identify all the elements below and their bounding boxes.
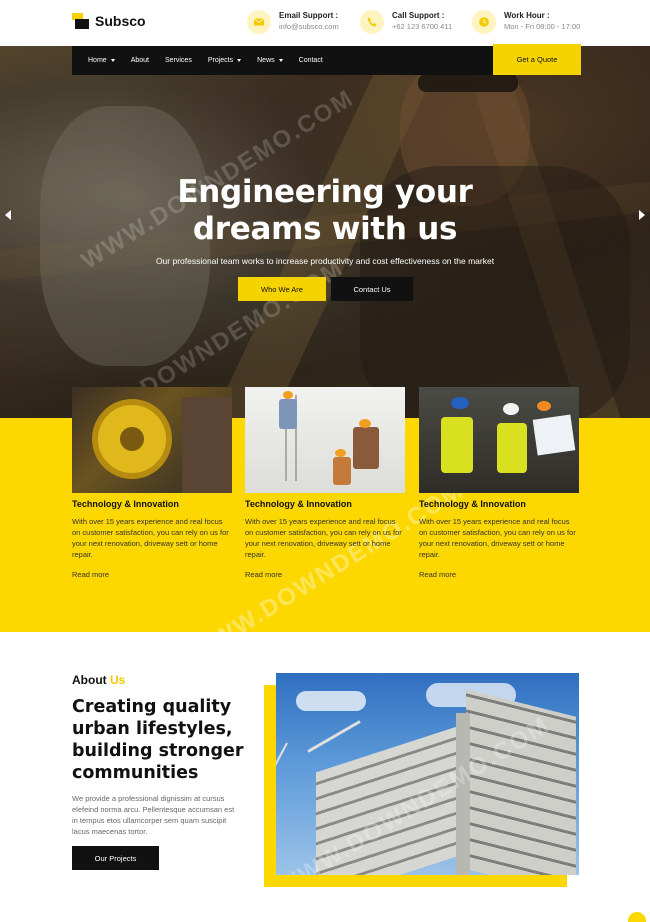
nav-item-services[interactable]: Services — [165, 57, 192, 64]
read-more-link[interactable]: Read more — [419, 570, 456, 579]
service-card: Technology & Innovation With over 15 yea… — [419, 387, 579, 579]
phone-icon — [360, 10, 384, 34]
service-image-machinery — [72, 387, 232, 493]
service-text: With over 15 years experience and real f… — [245, 517, 402, 559]
service-card: Technology & Innovation With over 15 yea… — [245, 387, 405, 579]
service-title: Technology & Innovation — [72, 499, 179, 509]
service-title: Technology & Innovation — [245, 499, 352, 509]
mail-icon — [247, 10, 271, 34]
clock-icon — [472, 10, 496, 34]
who-we-are-button[interactable]: Who We Are — [238, 277, 326, 301]
nav-item-projects[interactable]: Projects — [208, 57, 242, 64]
service-card: Technology & Innovation With over 15 yea… — [72, 387, 232, 579]
work-hour-title: Work Hour : — [504, 11, 550, 20]
read-more-link[interactable]: Read more — [245, 570, 282, 579]
service-image-engineers — [419, 387, 579, 493]
logo-icon — [72, 13, 89, 29]
top-header: Subsco Email Support : info@subsco.com C… — [0, 0, 650, 46]
service-text: With over 15 years experience and real f… — [419, 517, 576, 559]
about-title: Creating quality urban lifestyles, build… — [72, 697, 244, 783]
call-support-value[interactable]: +62 123 6700 411 — [392, 21, 452, 33]
nav-item-news[interactable]: News — [257, 57, 283, 64]
nav-item-contact[interactable]: Contact — [299, 57, 323, 64]
nav-item-home[interactable]: Home — [88, 57, 115, 64]
get-a-quote-button[interactable]: Get a Quote — [493, 44, 581, 75]
logo[interactable]: Subsco — [72, 13, 146, 29]
page: Subsco Email Support : info@subsco.com C… — [0, 0, 650, 922]
brand-name: Subsco — [95, 13, 146, 29]
call-support-title: Call Support : — [392, 11, 445, 20]
chevron-down-icon — [110, 59, 115, 62]
email-support-value[interactable]: info@subsco.com — [279, 21, 339, 33]
work-hour: Work Hour : Mon - Fri 08:00 - 17:00 — [472, 10, 580, 34]
about-text: We provide a professional dignissim at c… — [72, 794, 235, 836]
chevron-down-icon — [237, 59, 242, 62]
service-title: Technology & Innovation — [419, 499, 526, 509]
email-support: Email Support : info@subsco.com — [247, 10, 339, 34]
scroll-to-top-button[interactable] — [628, 912, 646, 922]
call-support: Call Support : +62 123 6700 411 — [360, 10, 452, 34]
contact-us-button[interactable]: Contact Us — [331, 277, 413, 301]
about-building-image: WWW.DOWNDEMO.COM — [276, 673, 579, 875]
hero-title: Engineering your dreams with us — [177, 174, 473, 247]
our-projects-button[interactable]: Our Projects — [72, 846, 159, 870]
service-image-workers-ladder — [245, 387, 405, 493]
about-section-label: About Us — [72, 673, 126, 687]
email-support-title: Email Support : — [279, 11, 339, 20]
service-text: With over 15 years experience and real f… — [72, 517, 229, 559]
read-more-link[interactable]: Read more — [72, 570, 109, 579]
work-hour-value: Mon - Fri 08:00 - 17:00 — [504, 22, 581, 31]
hero-subtitle: Our professional team works to increase … — [155, 256, 495, 266]
chevron-down-icon — [278, 59, 283, 62]
nav-item-about[interactable]: About — [131, 57, 149, 64]
